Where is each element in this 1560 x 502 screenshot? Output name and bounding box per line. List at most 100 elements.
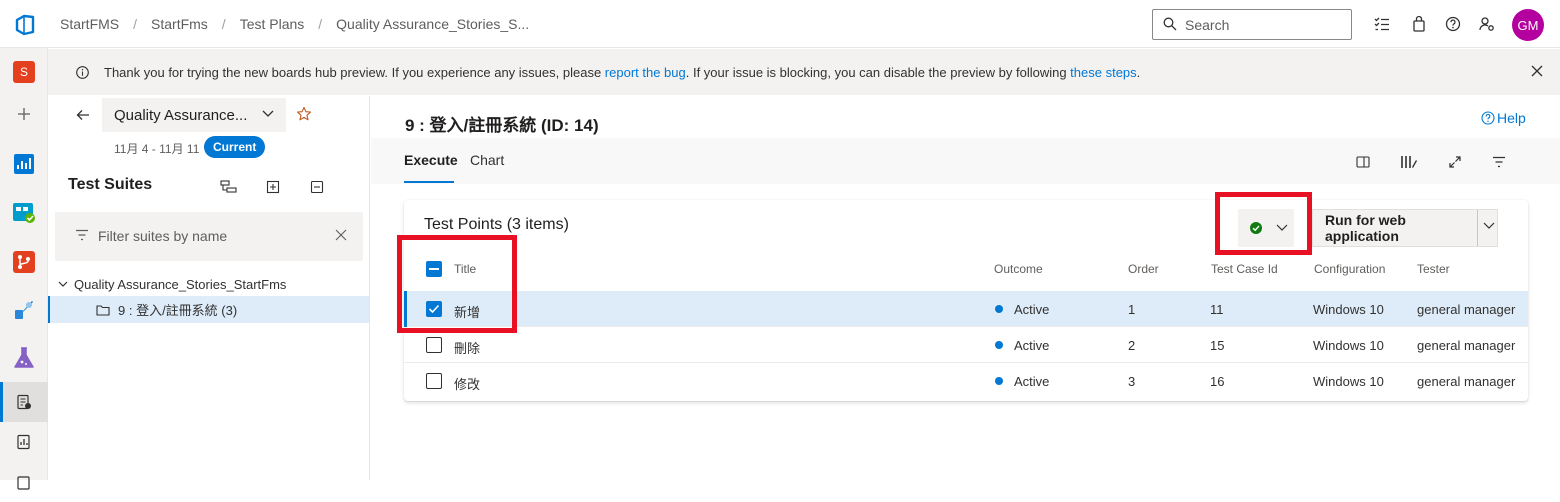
tab-execute[interactable]: Execute [404,152,458,168]
banner-text-2: . If your issue is blocking, you can dis… [685,65,1071,80]
help-circle-icon[interactable] [1443,14,1463,34]
test-suites-heading: Test Suites [68,176,153,193]
boards-icon [13,203,35,223]
parameters-icon [17,476,30,490]
close-icon[interactable] [1530,64,1544,78]
left-nav-rail: S [0,48,48,490]
run-button-label: Run for web application [1325,212,1406,244]
column-options-icon[interactable] [1399,152,1419,172]
row-configuration: Windows 10 [1313,374,1384,389]
plan-selector-label: Quality Assurance... [114,106,248,124]
highlight-box-outcome-button [1215,192,1312,255]
breadcrumb-plan[interactable]: Quality Assurance_Stories_S... [336,16,529,32]
iteration-dates: 11月 4 - 11月 11 [114,142,200,156]
table-row[interactable]: 修改 Active 3 16 Windows 10 general manage… [404,363,1528,399]
progress-report-nav[interactable] [0,422,48,462]
help-link[interactable]: Help [1481,110,1526,126]
filter-icon [76,229,88,241]
column-header-test-case-id[interactable]: Test Case Id [1211,262,1278,276]
project-button[interactable]: S [0,52,48,92]
column-header-tester[interactable]: Tester [1417,262,1450,276]
row-outcome: Active [1014,338,1050,353]
highlight-box-title-selection [397,235,517,333]
overview-nav[interactable] [0,144,48,184]
breadcrumb: StartFMS / StartFms / Test Plans / Quali… [60,0,529,48]
breadcrumb-project[interactable]: StartFms [151,16,208,32]
boards-nav[interactable] [0,192,48,232]
tree-item-child-suite[interactable]: 9 : 登入/註冊系統 (3) [48,296,369,323]
filter-suites-box[interactable] [55,212,363,261]
filter-suites-input[interactable] [98,226,318,246]
outcome-active-dot [995,377,1003,385]
test-plans-subnav[interactable] [0,382,48,422]
run-for-web-application-button[interactable]: Run for web application [1312,209,1498,247]
tree-item-root-suite[interactable]: Quality Assurance_Stories_StartFms [48,272,369,296]
split-divider [1477,210,1478,246]
row-checkbox[interactable] [426,373,442,389]
repos-nav[interactable] [0,242,48,282]
preview-banner: Thank you for trying the new boards hub … [48,49,1560,95]
active-tab-indicator [404,181,454,183]
report-bug-link[interactable]: report the bug [605,65,686,80]
row-test-case-id: 15 [1210,338,1225,353]
help-label: Help [1497,110,1526,126]
test-plans-flask-icon [14,347,34,368]
test-points-title: Test Points (3 items) [424,216,569,233]
full-screen-icon[interactable] [1445,152,1465,172]
table-row[interactable]: 新增 Active 1 11 Windows 10 general manage… [404,291,1528,327]
project-badge: S [13,61,35,83]
banner-text-3: . [1136,65,1141,80]
pipelines-nav[interactable] [0,290,48,330]
breadcrumb-organization[interactable]: StartFMS [60,16,119,32]
row-checkbox[interactable] [426,337,442,353]
row-tester: general manager [1417,338,1516,353]
repos-icon [13,251,35,273]
banner-text-1: Thank you for trying the new boards hub … [104,65,605,80]
search-box[interactable] [1152,9,1352,40]
row-title[interactable]: 刪除 [454,338,480,357]
progress-report-icon [17,434,30,450]
row-configuration: Windows 10 [1313,302,1384,317]
expand-all-icon[interactable] [264,178,282,196]
details-pane-icon[interactable] [1353,152,1373,172]
root-suite-label: Quality Assurance_Stories_StartFms [74,276,287,292]
plan-selector-dropdown[interactable]: Quality Assurance... [102,98,286,132]
azure-devops-logo-icon[interactable] [14,14,36,36]
avatar[interactable]: GM [1512,9,1544,41]
shopping-bag-icon[interactable] [1409,14,1429,34]
parameters-nav[interactable] [0,462,48,502]
row-title[interactable]: 修改 [454,374,480,393]
run-options-chevron-down-icon[interactable] [1483,222,1495,230]
filter-icon[interactable] [1489,152,1509,172]
row-outcome: Active [1014,302,1050,317]
banner-message: Thank you for trying the new boards hub … [104,65,1140,80]
test-suites-pane: Quality Assurance... 11月 4 - 11月 11 Curr… [48,96,370,480]
column-header-configuration[interactable]: Configuration [1314,262,1385,276]
row-test-case-id: 11 [1210,302,1224,317]
breadcrumb-test-plans[interactable]: Test Plans [240,16,305,32]
test-plans-nav[interactable] [0,338,48,378]
row-outcome: Active [1014,374,1050,389]
search-input[interactable] [1185,15,1345,35]
row-order: 3 [1128,374,1136,389]
column-header-outcome[interactable]: Outcome [994,262,1043,276]
add-button[interactable] [0,94,48,134]
tab-chart[interactable]: Chart [470,152,504,168]
overview-icon [14,154,34,174]
these-steps-link[interactable]: these steps [1070,65,1137,80]
info-icon [76,66,89,79]
row-configuration: Windows 10 [1313,338,1384,353]
table-row[interactable]: 刪除 Active 2 15 Windows 10 general manage… [404,327,1528,363]
suite-hierarchy-icon[interactable] [220,178,238,196]
tab-bar: Execute Chart [371,138,1560,184]
collapse-all-icon[interactable] [308,178,326,196]
row-test-case-id: 16 [1210,374,1225,389]
clear-filter-icon[interactable] [335,229,347,241]
column-header-order[interactable]: Order [1128,262,1159,276]
back-arrow-icon[interactable] [76,108,90,122]
task-list-icon[interactable] [1372,14,1392,34]
user-settings-icon[interactable] [1477,14,1497,34]
help-circle-icon [1481,111,1495,125]
chevron-down-icon[interactable] [58,281,68,288]
favorite-star-icon[interactable] [296,106,312,122]
